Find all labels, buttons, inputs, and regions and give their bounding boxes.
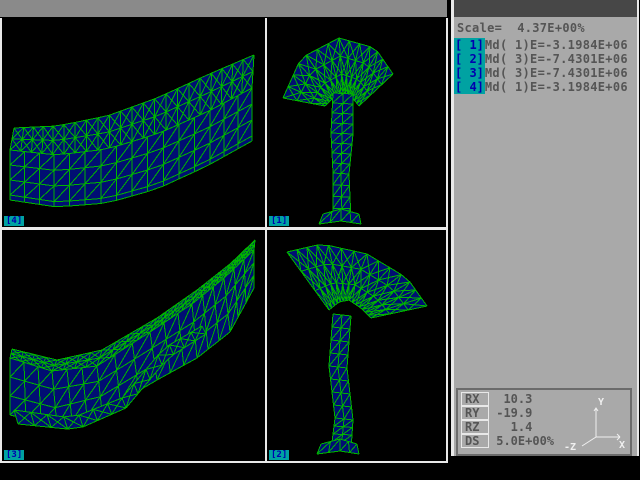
mode-shape-canvas [267,230,446,461]
axis-z-label: -Z [564,442,576,451]
ry-value: -19.9 [489,406,532,420]
mode-shape-canvas [2,18,265,227]
mode-shape-canvas [267,18,446,227]
ds-value: 5.0E+00% [489,434,554,448]
rz-label: RZ [461,420,489,434]
mode-row-4[interactable]: [ 4] Md( 1)E=-3.1984E+06 [454,80,637,94]
mode-eigenvalue: Md( 1)E=-3.1984E+06 [485,38,628,52]
scale-readout: Scale= 4.37E+00% [454,17,637,38]
viewport-bottom-right[interactable]: [2] [267,230,446,461]
viewport-mode-badge: [4] [4,216,24,226]
application-screen: Belluzzi es.2116: buck. trave appog. con… [0,0,640,480]
axes-triad-icon: Y X -Z [562,395,626,451]
rx-value: 10.3 [489,392,532,406]
mode-row-2[interactable]: [ 2] Md( 3)E=-7.4301E+06 [454,52,637,66]
viewport-bottom-left[interactable]: [3] [2,230,265,461]
side-panel: FILE:B2116 Scale= 4.37E+00% [ 1] Md( 1)E… [454,0,637,456]
viewport-mode-badge: [2] [269,450,289,460]
ds-label: DS [461,434,489,448]
mode-list: [ 1] Md( 1)E=-3.1984E+06 [ 2] Md( 3)E=-7… [454,38,637,94]
window-title-bar: Belluzzi es.2116: buck. trave appog. con… [0,0,447,17]
mode-shape-canvas [2,230,265,461]
viewport-mode-badge: [1] [269,216,289,226]
mode-index-chip: [ 4] [454,80,485,94]
ry-label: RY [461,406,489,420]
file-header: FILE:B2116 [454,0,637,17]
rx-label: RX [461,392,489,406]
mode-row-3[interactable]: [ 3] Md( 3)E=-7.4301E+06 [454,66,637,80]
rz-value: 1.4 [489,420,532,434]
axis-y-label: Y [598,397,604,408]
mode-eigenvalue: Md( 3)E=-7.4301E+06 [485,66,628,80]
mode-index-chip: [ 3] [454,66,485,80]
rotation-info-box: RX 10.3 RY -19.9 RZ 1.4 DS 5.0E+00% Y X … [456,388,632,456]
mode-index-chip: [ 2] [454,52,485,66]
viewport-top-left[interactable]: [4] [2,18,265,227]
panel-right-border [637,0,639,456]
frame-bottom-border [0,461,448,463]
mode-index-chip: [ 1] [454,38,485,52]
viewport-top-right[interactable]: [1] [267,18,446,227]
viewport-mode-badge: [3] [4,450,24,460]
mode-row-1[interactable]: [ 1] Md( 1)E=-3.1984E+06 [454,38,637,52]
axis-x-label: X [619,440,625,451]
mode-eigenvalue: Md( 1)E=-3.1984E+06 [485,80,628,94]
mode-eigenvalue: Md( 3)E=-7.4301E+06 [485,52,628,66]
frame-right-border [446,18,448,463]
